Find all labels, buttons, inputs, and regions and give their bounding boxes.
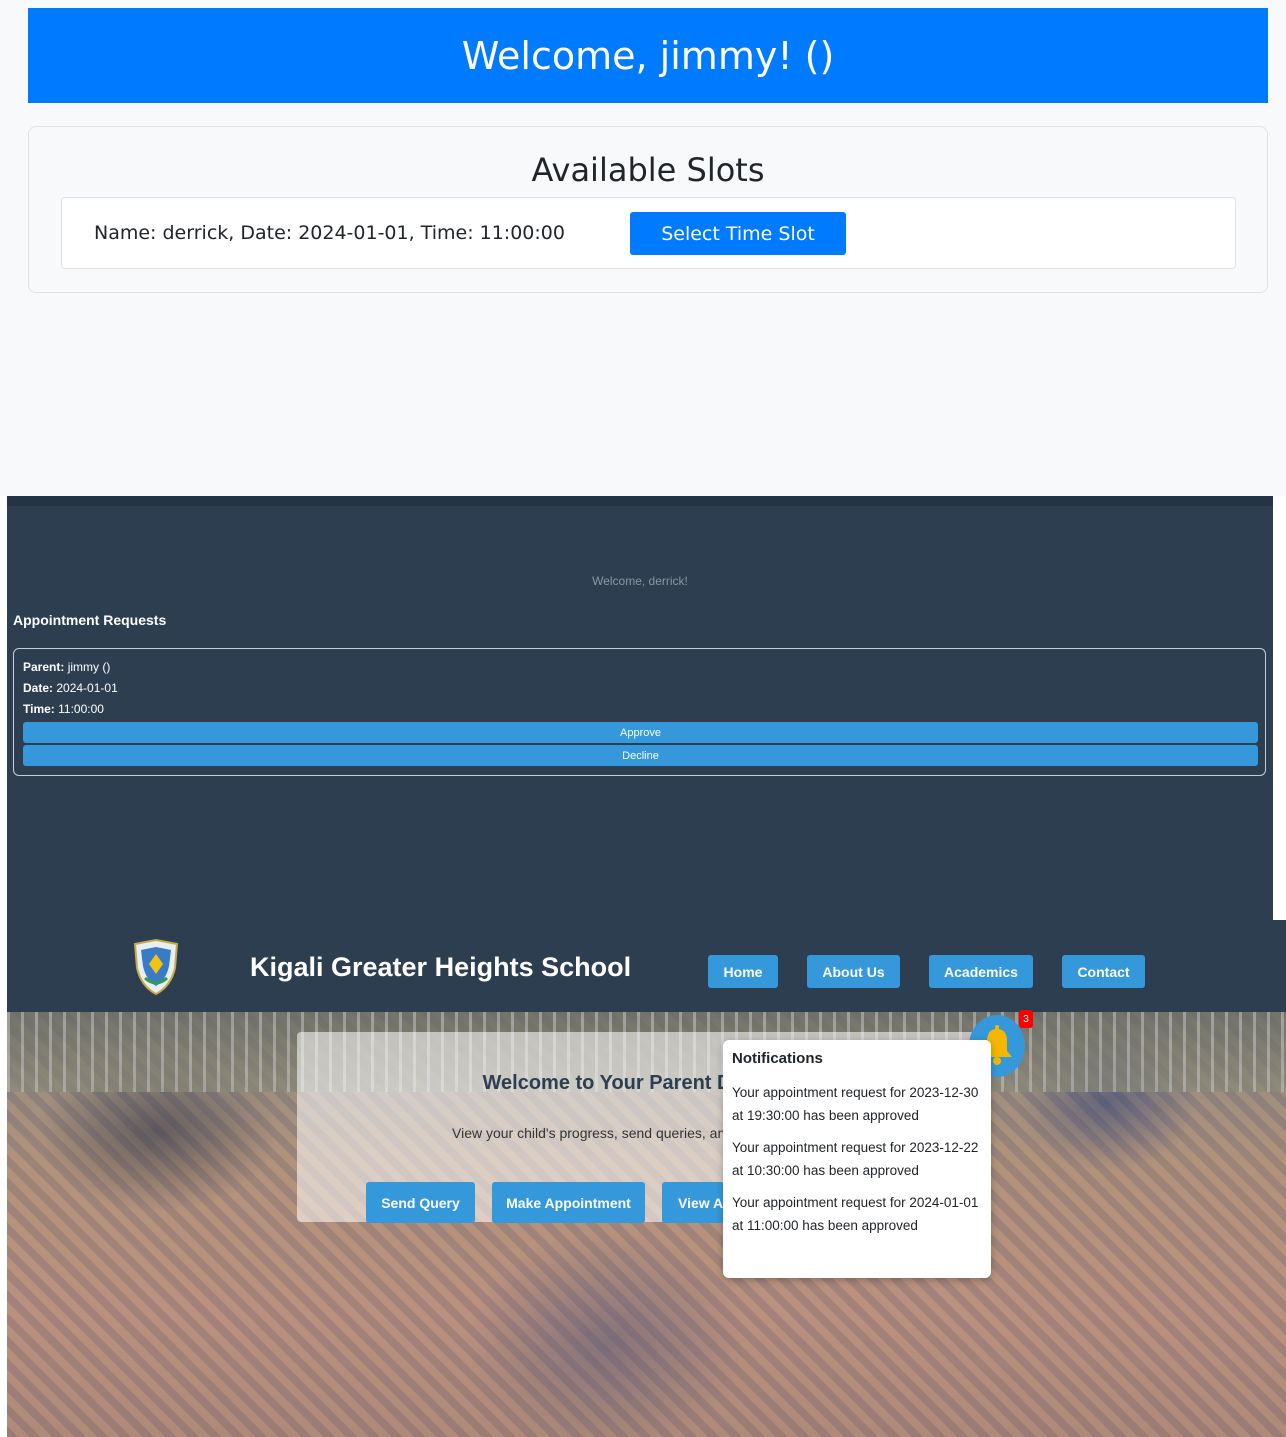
nav-academics[interactable]: Academics [929, 955, 1033, 988]
notifications-title: Notifications [732, 1050, 823, 1067]
request-date: Date: 2024-01-01 [23, 681, 118, 695]
request-date-value: 2024-01-01 [56, 681, 118, 695]
nav-contact[interactable]: Contact [1062, 955, 1145, 988]
teacher-dashboard: Welcome, derrick! Appointment Requests P… [7, 496, 1273, 920]
request-parent-label: Parent: [23, 660, 65, 674]
request-time-label: Time: [23, 702, 55, 716]
slot-row: Name: derrick, Date: 2024-01-01, Time: 1… [61, 197, 1236, 269]
notification-item[interactable]: Your appointment request for 2023-12-30 … [732, 1081, 982, 1127]
nav-home[interactable]: Home [708, 955, 778, 988]
school-header: Kigali Greater Heights School Home About… [7, 920, 1286, 1012]
nav-about-us[interactable]: About Us [807, 955, 900, 988]
notification-item[interactable]: Your appointment request for 2023-12-22 … [732, 1136, 982, 1182]
make-appointment-button[interactable]: Make Appointment [492, 1182, 645, 1223]
appointment-request-card: Parent: jimmy () Date: 2024-01-01 Time: … [13, 648, 1266, 776]
request-time: Time: 11:00:00 [23, 702, 104, 716]
available-slots-title: Available Slots [531, 151, 765, 189]
school-crest-icon [133, 938, 179, 996]
welcome-banner: Welcome, jimmy! () [28, 8, 1268, 103]
approve-button[interactable]: Approve [23, 722, 1258, 743]
send-query-button[interactable]: Send Query [366, 1182, 475, 1223]
appointment-requests-heading: Appointment Requests [13, 612, 167, 628]
slot-details: Name: derrick, Date: 2024-01-01, Time: 1… [94, 222, 565, 244]
available-slots-card: Available Slots Name: derrick, Date: 202… [28, 126, 1268, 293]
notifications-popup: Notifications Your appointment request f… [723, 1040, 991, 1278]
request-parent-value: jimmy () [67, 660, 111, 674]
school-name: Kigali Greater Heights School [250, 952, 632, 982]
decline-button[interactable]: Decline [23, 745, 1258, 766]
parent-dashboard: Kigali Greater Heights School Home About… [7, 920, 1286, 1437]
welcome-subtitle: View your child's progress, send queries… [452, 1125, 734, 1141]
view-appointments-button[interactable]: View A [662, 1182, 724, 1223]
select-time-slot-button[interactable]: Select Time Slot [630, 212, 846, 255]
notification-count-badge: 3 [1019, 1010, 1033, 1028]
teacher-welcome-text: Welcome, derrick! [592, 574, 688, 588]
notification-item[interactable]: Your appointment request for 2024-01-01 … [732, 1191, 982, 1237]
parent-slots-page: Welcome, jimmy! () Available Slots Name:… [0, 0, 1286, 496]
request-date-label: Date: [23, 681, 54, 695]
request-parent: Parent: jimmy () [23, 660, 110, 674]
request-time-value: 11:00:00 [58, 702, 104, 716]
